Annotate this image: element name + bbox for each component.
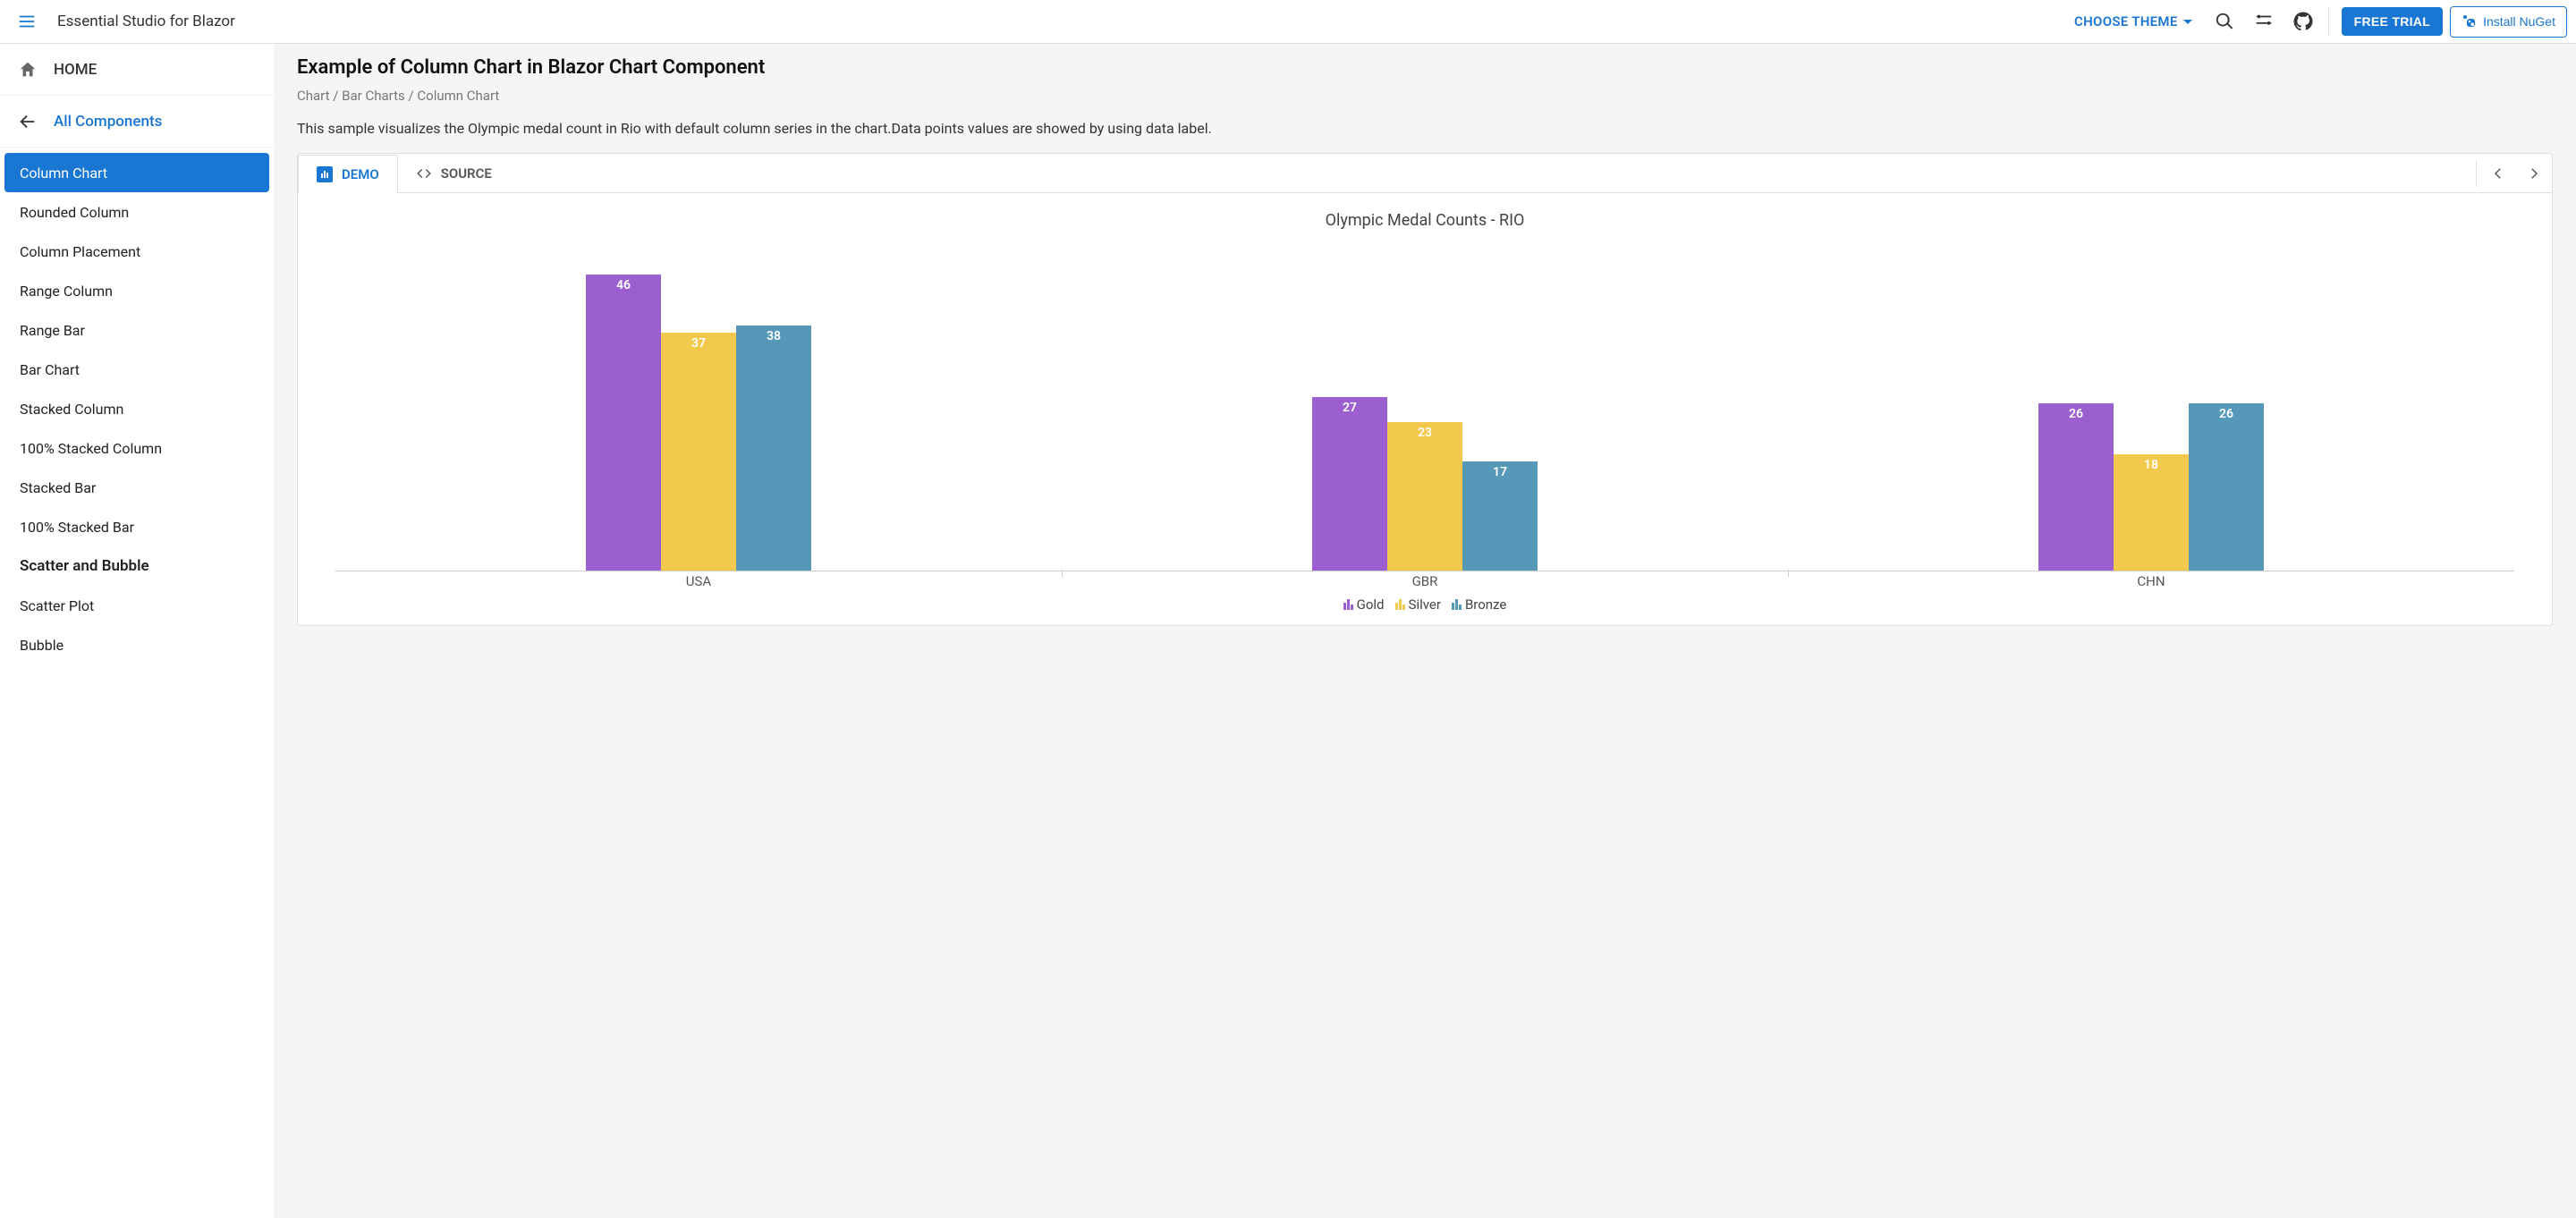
search-icon[interactable] bbox=[2205, 12, 2244, 31]
prev-sample-button[interactable] bbox=[2480, 154, 2516, 192]
sidebar-item[interactable]: Bubble bbox=[0, 625, 274, 664]
code-icon bbox=[416, 165, 432, 182]
free-trial-button[interactable]: FREE TRIAL bbox=[2342, 7, 2443, 36]
panel-tabs: DEMO SOURCE bbox=[298, 154, 2552, 193]
sidebar-item[interactable]: 100% Stacked Bar bbox=[0, 507, 274, 546]
tab-source-label: SOURCE bbox=[441, 165, 492, 182]
legend-item[interactable]: Bronze bbox=[1452, 596, 1506, 613]
legend-swatch-icon bbox=[1343, 599, 1353, 610]
legend-label: Gold bbox=[1357, 596, 1385, 613]
demo-panel: DEMO SOURCE Olympic Medal Cou bbox=[297, 153, 2553, 626]
sidebar: HOME All Components Column ChartRounded … bbox=[0, 44, 274, 1218]
arrow-left-icon bbox=[18, 112, 38, 131]
legend-label: Silver bbox=[1409, 596, 1441, 613]
sidebar-item[interactable]: 100% Stacked Column bbox=[0, 428, 274, 468]
x-axis-tick-label: CHN bbox=[2137, 573, 2165, 589]
sidebar-list: Column ChartRounded ColumnColumn Placeme… bbox=[0, 148, 274, 664]
chart-bar: 17 bbox=[1462, 461, 1538, 571]
divider bbox=[2476, 160, 2477, 187]
chart-area: Olympic Medal Counts - RIO 4637382723172… bbox=[298, 193, 2552, 625]
sidebar-item[interactable]: Stacked Bar bbox=[0, 468, 274, 507]
sidebar-item[interactable]: Bar Chart bbox=[0, 350, 274, 389]
sidebar-item[interactable]: Rounded Column bbox=[0, 192, 274, 232]
chart-bar-label: 46 bbox=[586, 278, 661, 292]
breadcrumb: Chart / Bar Charts / Column Chart bbox=[297, 88, 2553, 104]
page-description: This sample visualizes the Olympic medal… bbox=[297, 120, 2553, 137]
caret-down-icon bbox=[2183, 20, 2192, 24]
chart-bar-label: 27 bbox=[1312, 401, 1387, 415]
chart-bar-group: 46 3738 bbox=[586, 275, 811, 571]
chart-bar-label: 18 bbox=[2114, 458, 2189, 472]
sidebar-item[interactable]: Column Placement bbox=[0, 232, 274, 271]
tab-demo-label: DEMO bbox=[342, 166, 379, 182]
legend-label: Bronze bbox=[1465, 596, 1506, 613]
x-axis-tick-label: USA bbox=[686, 573, 711, 589]
sidebar-home[interactable]: HOME bbox=[0, 44, 274, 96]
github-icon[interactable] bbox=[2284, 12, 2323, 31]
chart-legend: Gold Silver Bronze bbox=[319, 591, 2530, 622]
tab-source[interactable]: SOURCE bbox=[398, 154, 510, 192]
legend-item[interactable]: Silver bbox=[1395, 596, 1441, 613]
chart-icon bbox=[317, 166, 333, 182]
chart-bar: 26 bbox=[2038, 403, 2114, 571]
chart-bar-group: 2723 17 bbox=[1312, 397, 1538, 571]
choose-theme-button[interactable]: CHOOSE THEME bbox=[2062, 13, 2205, 30]
chart-title: Olympic Medal Counts - RIO bbox=[319, 211, 2530, 230]
page-title: Example of Column Chart in Blazor Chart … bbox=[297, 56, 2553, 79]
chart-bar: 46 bbox=[586, 275, 661, 571]
tab-demo[interactable]: DEMO bbox=[298, 155, 398, 193]
legend-swatch-icon bbox=[1395, 599, 1405, 610]
sidebar-item[interactable]: Range Column bbox=[0, 271, 274, 310]
chart-bar: 18 bbox=[2114, 454, 2189, 571]
chart-bar-label: 26 bbox=[2189, 407, 2264, 421]
chart-bar-label: 37 bbox=[661, 336, 736, 351]
sidebar-home-label: HOME bbox=[54, 61, 97, 79]
home-icon bbox=[18, 60, 38, 80]
chart-bar: 27 bbox=[1312, 397, 1387, 571]
hamburger-icon[interactable] bbox=[9, 12, 45, 31]
sidebar-all-components[interactable]: All Components bbox=[0, 96, 274, 148]
chart-bar: 37 bbox=[661, 333, 736, 571]
chart-bar-label: 23 bbox=[1387, 426, 1462, 440]
sidebar-group-header: Scatter and Bubble bbox=[0, 546, 274, 586]
divider bbox=[2328, 8, 2329, 35]
x-axis-tick-mark bbox=[1062, 570, 1063, 577]
next-sample-button[interactable] bbox=[2516, 154, 2552, 192]
chart-plot: 46 3738 2723 17 26 18 26 bbox=[335, 241, 2514, 571]
settings-icon[interactable] bbox=[2244, 12, 2284, 31]
install-nuget-button[interactable]: Install NuGet bbox=[2450, 6, 2567, 38]
chart-bar-label: 26 bbox=[2038, 407, 2114, 421]
legend-item[interactable]: Gold bbox=[1343, 596, 1385, 613]
sidebar-item[interactable]: Stacked Column bbox=[0, 389, 274, 428]
chart-bar-label: 38 bbox=[736, 329, 811, 343]
main-content: Example of Column Chart in Blazor Chart … bbox=[274, 44, 2576, 1218]
chart-bar: 23 bbox=[1387, 422, 1462, 571]
app-title: Essential Studio for Blazor bbox=[57, 13, 235, 30]
chart-bar-group: 26 18 26 bbox=[2038, 403, 2264, 571]
chart-bar: 26 bbox=[2189, 403, 2264, 571]
sidebar-all-components-label: All Components bbox=[54, 113, 162, 131]
legend-swatch-icon bbox=[1452, 599, 1462, 610]
sidebar-item[interactable]: Scatter Plot bbox=[0, 586, 274, 625]
sidebar-item[interactable]: Range Bar bbox=[0, 310, 274, 350]
top-header: Essential Studio for Blazor CHOOSE THEME… bbox=[0, 0, 2576, 44]
chart-bar: 38 bbox=[736, 326, 811, 571]
x-axis-tick-mark bbox=[1788, 570, 1789, 577]
chart-bar-label: 17 bbox=[1462, 465, 1538, 479]
sidebar-item[interactable]: Column Chart bbox=[4, 153, 269, 192]
choose-theme-label: CHOOSE THEME bbox=[2074, 13, 2178, 30]
x-axis-tick-label: GBR bbox=[1412, 573, 1438, 589]
install-nuget-label: Install NuGet bbox=[2483, 14, 2555, 29]
nuget-icon bbox=[2462, 13, 2476, 30]
chart-x-axis: USA GBR CHN bbox=[335, 573, 2514, 591]
